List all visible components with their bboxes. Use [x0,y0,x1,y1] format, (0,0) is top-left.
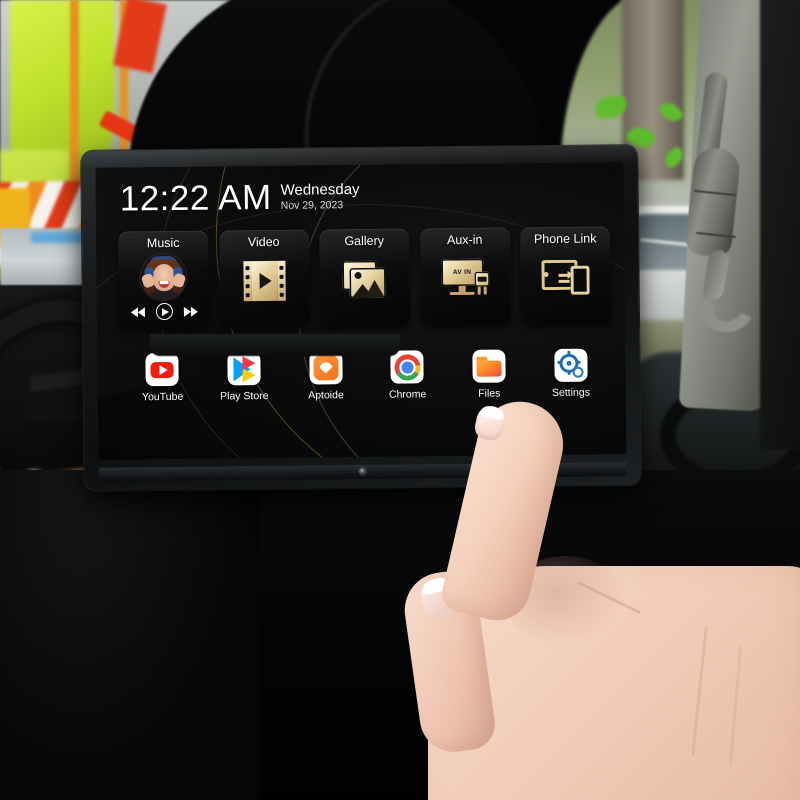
rewind-icon [137,306,145,317]
tile-video-label: Video [247,234,280,250]
aux-in-icon-wrap: AV IN [420,258,510,299]
tile-phone-link[interactable]: Phone Link [520,226,612,326]
app-settings[interactable]: Settings [530,348,612,399]
b-pillar-shadow [760,0,800,450]
music-album-art [118,253,208,301]
aptoide-icon[interactable] [309,351,343,385]
play-store-icon[interactable] [227,352,261,386]
app-aptoide[interactable]: Aptoide [285,351,367,402]
gear-icon[interactable] [554,348,588,382]
tile-video[interactable]: Video [218,229,310,329]
seat-bolster [0,470,260,800]
app-files[interactable]: Files [448,349,530,400]
fast-forward-icon [190,306,198,317]
status-bar: 12:22 AM Wednesday Nov 29, 2023 [119,177,360,219]
orange-pole-left [70,0,79,205]
hand-touching-screen [398,393,800,800]
av-input-monitor-icon: AV IN [440,258,490,300]
screen-mirror-icon [541,260,590,297]
clock-weekday: Wednesday [280,181,360,199]
video-icon-wrap [219,260,309,302]
gallery-icon-wrap [319,260,409,299]
music-transport-controls [119,302,209,321]
ir-sensor [359,467,367,476]
previous-track-button[interactable] [130,306,145,317]
tile-gallery[interactable]: Gallery [319,228,411,328]
app-youtube[interactable]: YouTube [121,352,203,404]
chrome-icon[interactable] [390,350,425,384]
play-button[interactable] [155,302,173,321]
app-play-store-label: Play Store [220,389,269,403]
tile-phone-link-label: Phone Link [533,231,597,247]
av-in-text: AV IN [452,268,472,277]
tile-music[interactable]: Music [118,230,210,330]
youtube-icon[interactable] [145,352,180,387]
photo-mountain-icon [342,260,386,299]
app-aptoide-label: Aptoide [308,389,344,402]
album-art-headphones-icon [140,253,187,301]
tile-aux-in[interactable]: Aux-in AV IN [419,227,511,327]
monitor-mount [150,334,400,356]
app-tiles-row: Music Video Gallery Aux-in AV IN Phone L… [118,226,612,330]
app-youtube-label: YouTube [141,390,184,404]
tile-music-label: Music [146,235,180,251]
clock-time: 12:22 AM [119,177,272,219]
clock-date: Nov 29, 2023 [280,199,344,212]
screenshot-root: 12:22 AM Wednesday Nov 29, 2023 Music Vi… [0,0,800,800]
clock-date-group: Wednesday Nov 29, 2023 [280,179,359,213]
tile-aux-in-label: Aux-in [446,232,483,248]
app-play-store[interactable]: Play Store [203,352,285,403]
phone-link-icon-wrap [520,259,610,296]
next-track-button[interactable] [183,306,198,317]
app-chrome[interactable]: Chrome [366,350,448,401]
tile-gallery-label: Gallery [344,233,385,249]
folder-icon[interactable] [472,349,506,383]
film-strip-play-icon [242,260,286,302]
